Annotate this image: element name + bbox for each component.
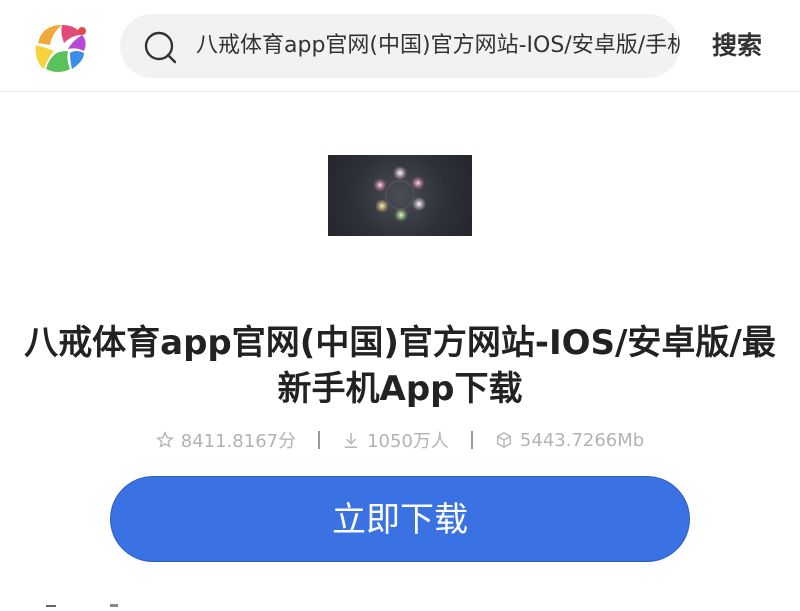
divider <box>470 431 473 449</box>
app-store-logo-icon[interactable] <box>32 21 90 75</box>
rating-value: 8411.8167分 <box>180 431 297 452</box>
search-icon <box>144 31 178 65</box>
content-below-fold <box>40 592 140 607</box>
app-screenshot <box>328 155 472 236</box>
top-header: 八戒体育app官网(中国)官方网站-IOS/安卓版/手机App下载 搜索 <box>0 0 800 92</box>
app-title: 八戒体育app官网(中国)官方网站-IOS/安卓版/最新手机App下载 <box>24 323 776 409</box>
download-icon <box>344 432 358 448</box>
divider <box>318 431 321 449</box>
package-icon <box>496 432 511 448</box>
rating-item: 8411.8167分 <box>155 427 297 453</box>
downloads-value: 1050万人 <box>367 431 449 452</box>
size-value: 5443.7266Mb <box>519 429 645 451</box>
search-bar[interactable]: 八戒体育app官网(中国)官方网站-IOS/安卓版/手机App下载 <box>120 14 680 78</box>
downloads-item: 1050万人 <box>342 427 449 453</box>
search-button[interactable]: 搜索 <box>712 26 762 66</box>
app-meta: 8411.8167分 1050万人 5443.7266Mb <box>0 426 800 454</box>
star-icon <box>155 431 174 448</box>
search-input[interactable]: 八戒体育app官网(中国)官方网站-IOS/安卓版/手机App下载 <box>196 14 680 78</box>
download-now-button[interactable]: 立即下载 <box>110 476 690 562</box>
size-item: 5443.7266Mb <box>495 430 644 451</box>
